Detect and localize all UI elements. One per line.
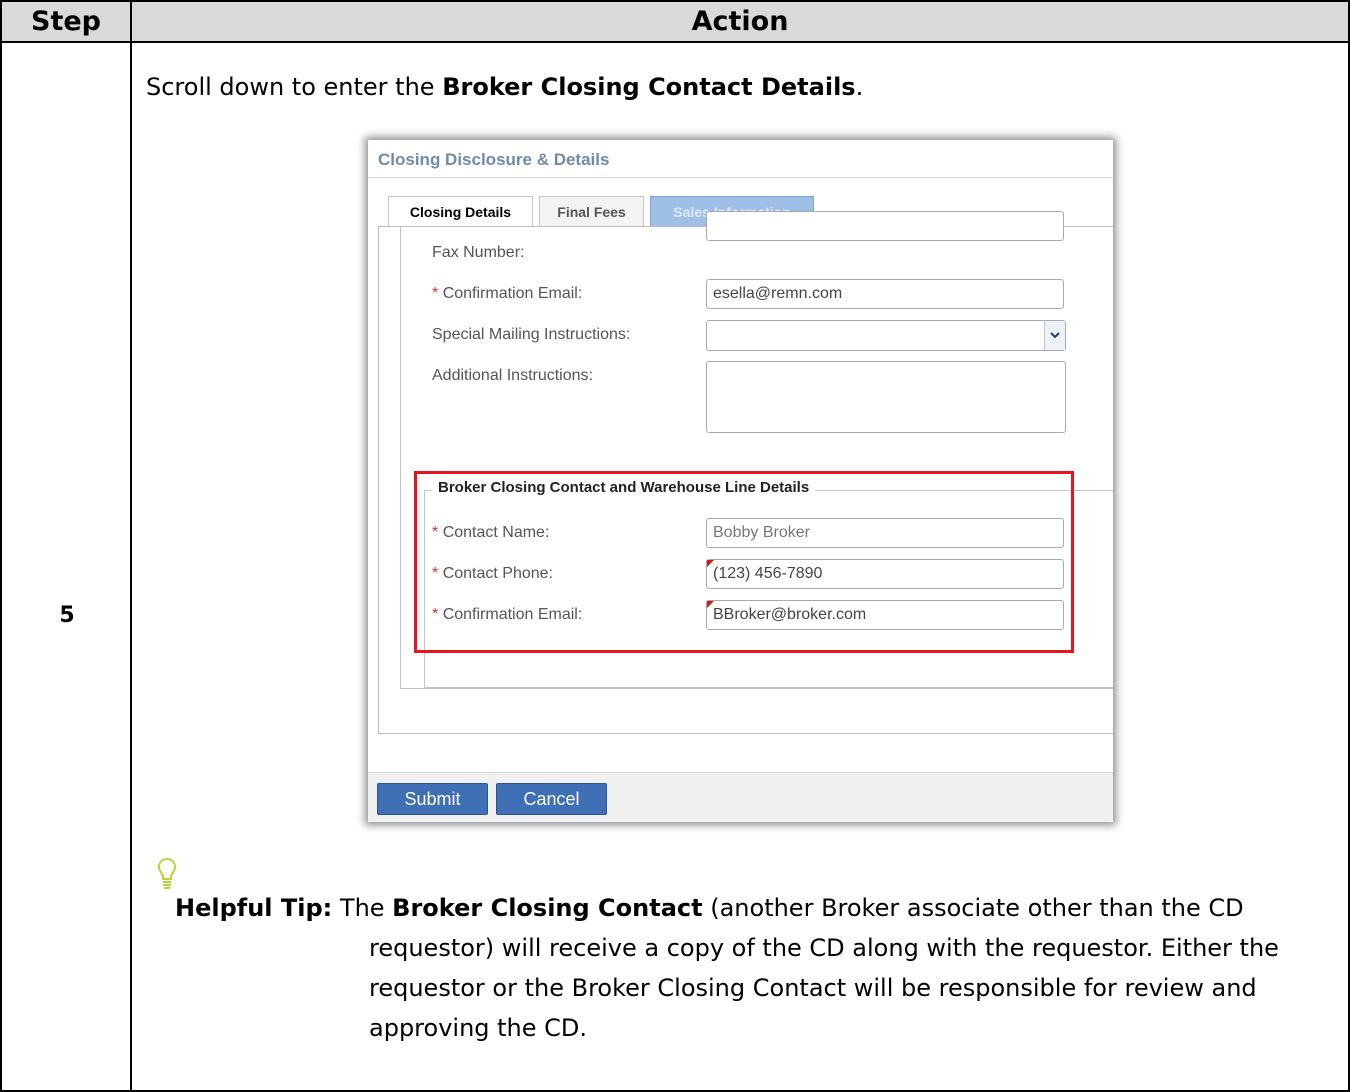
title-divider [368, 177, 1113, 178]
tip-line1-rest: (another Broker associate other than the… [702, 894, 1244, 922]
confirmation-email-label-text: Confirmation Email: [442, 285, 583, 302]
tab-closing-details[interactable]: Closing Details [388, 196, 533, 227]
step-number: 5 [59, 603, 75, 628]
dialog-footer: Submit Cancel [368, 772, 1113, 822]
instruction-bold: Broker Closing Contact Details [442, 73, 856, 101]
additional-instructions-textarea[interactable] [706, 361, 1066, 433]
lightbulb-icon [157, 857, 177, 898]
instruction-suffix: . [855, 73, 864, 101]
tab-final-fees[interactable]: Final Fees [539, 196, 644, 226]
instruction-prefix: Scroll down to enter the [146, 73, 443, 101]
step-cell: 5 [0, 41, 132, 1092]
special-mailing-label: Special Mailing Instructions: [432, 326, 631, 343]
fax-number-label: Fax Number: [432, 244, 525, 261]
dialog-title: Closing Disclosure & Details [378, 150, 610, 169]
tip-continuation: requestor) will receive a copy of the CD… [369, 934, 1279, 1042]
embedded-screenshot: Closing Disclosure & Details Closing Det… [368, 140, 1113, 822]
cancel-button[interactable]: Cancel [496, 783, 607, 815]
action-column-header: Action [130, 0, 1350, 43]
tip-line1-bold: Broker Closing Contact [392, 894, 703, 922]
additional-instructions-label: Additional Instructions: [432, 367, 593, 384]
special-mailing-select[interactable] [706, 320, 1066, 351]
submit-button[interactable]: Submit [377, 783, 488, 815]
tip-line1-prefix: The [339, 894, 393, 922]
tip-label: Helpful Tip: [175, 894, 333, 922]
highlight-box [414, 471, 1074, 653]
helpful-tip: Helpful Tip: The Broker Closing Contact … [175, 888, 1340, 1042]
instruction-text: Scroll down to enter the Broker Closing … [146, 73, 863, 101]
confirmation-email-label: * Confirmation Email: [432, 285, 582, 303]
dropdown-arrow-icon[interactable] [1044, 321, 1065, 350]
step-column-header: Step [0, 0, 132, 43]
confirmation-email-input[interactable]: esella@remn.com [706, 279, 1064, 309]
fax-number-input[interactable] [706, 211, 1064, 241]
required-marker: * [432, 285, 439, 302]
